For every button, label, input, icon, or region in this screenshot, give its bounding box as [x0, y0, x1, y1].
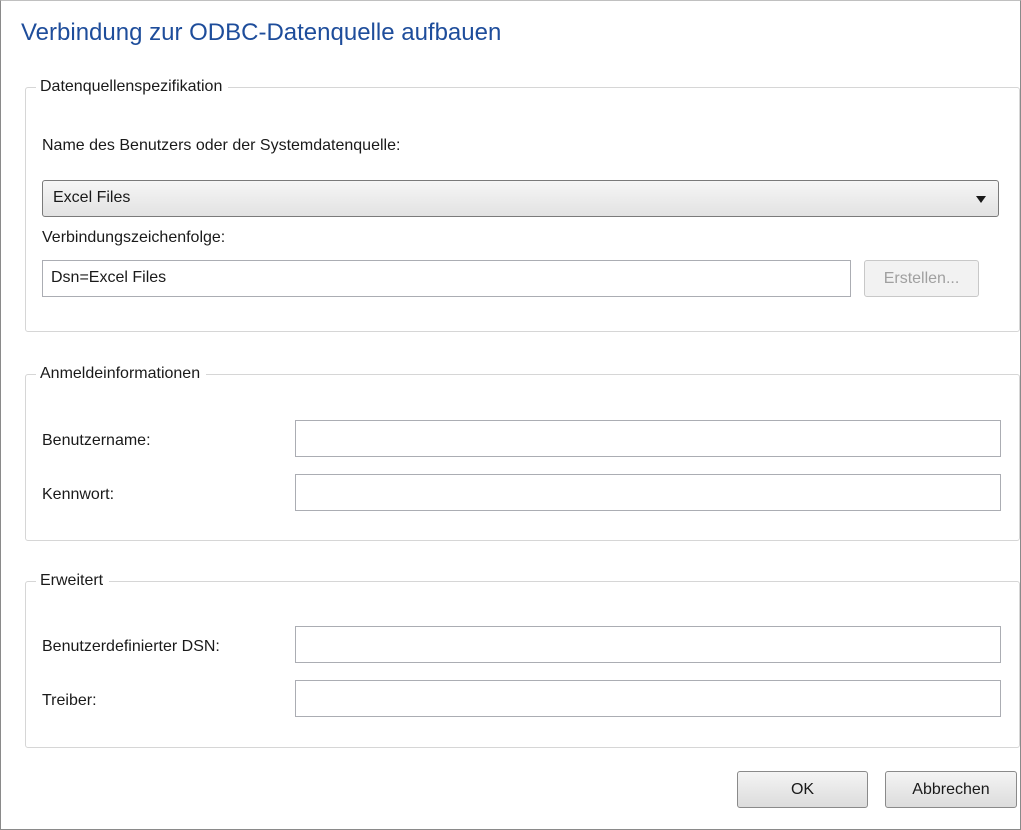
build-button[interactable]: Erstellen... [864, 260, 979, 297]
password-label: Kennwort: [42, 486, 115, 503]
dsn-dropdown-value: Excel Files [53, 189, 131, 206]
datasource-group-legend: Datenquellenspezifikation [36, 76, 229, 98]
connection-string-label: Verbindungszeichenfolge: [42, 229, 226, 246]
credentials-group-legend: Anmeldeinformationen [36, 363, 207, 385]
dialog-title: Verbindung zur ODBC-Datenquelle aufbauen [21, 19, 502, 46]
driver-input[interactable] [295, 680, 1001, 717]
cancel-button[interactable]: Abbrechen [885, 771, 1017, 808]
chevron-down-icon [976, 196, 986, 203]
advanced-group: Erweitert Benutzerdefinierter DSN: Treib… [25, 570, 1020, 748]
password-input[interactable] [295, 474, 1001, 511]
dsn-label: Name des Benutzers oder der Systemdatenq… [42, 137, 401, 154]
ok-button[interactable]: OK [737, 771, 868, 808]
custom-dsn-label: Benutzerdefinierter DSN: [42, 638, 220, 655]
odbc-connection-dialog: Verbindung zur ODBC-Datenquelle aufbauen… [0, 0, 1021, 830]
credentials-group: Anmeldeinformationen Benutzername: Kennw… [25, 363, 1020, 541]
dsn-dropdown[interactable]: Excel Files [42, 180, 999, 217]
advanced-group-legend: Erweitert [36, 570, 110, 592]
username-label: Benutzername: [42, 432, 151, 449]
driver-label: Treiber: [42, 692, 97, 709]
custom-dsn-input[interactable] [295, 626, 1001, 663]
connection-string-value: Dsn=Excel Files [51, 269, 167, 286]
connection-string-input[interactable]: Dsn=Excel Files [42, 260, 851, 297]
datasource-group: Datenquellenspezifikation Name des Benut… [25, 76, 1020, 332]
username-input[interactable] [295, 420, 1001, 457]
